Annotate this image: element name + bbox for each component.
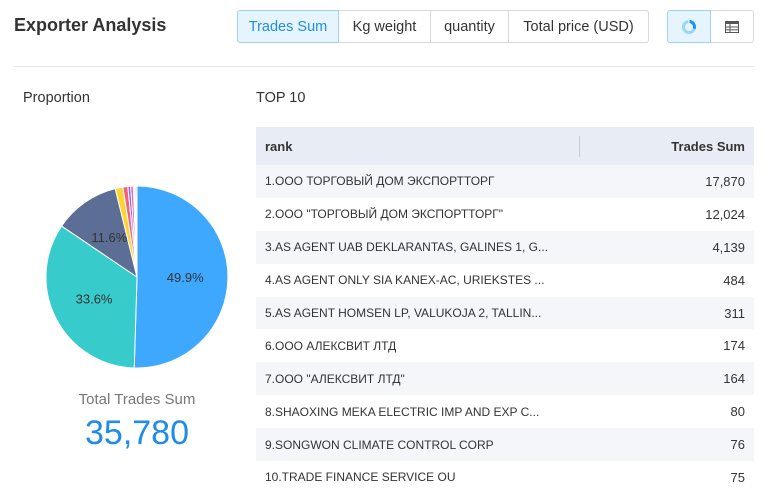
- table-body: 1.OOO ТОРГОВЫЙ ДОМ ЭКСПОРТТОРГ 17,870 2.…: [256, 165, 754, 494]
- trades-sum-cell: 17,870: [705, 173, 745, 189]
- pie-slice-label: 49.9%: [167, 270, 204, 285]
- table-row: 6.OOO АЛЕКСВИТ ЛТД 174: [256, 329, 754, 362]
- header-divider: [14, 66, 754, 67]
- table-row: 2.OOO "ТОРГОВЫЙ ДОМ ЭКСПОРТТОРГ" 12,024: [256, 198, 754, 231]
- tab-kg-weight[interactable]: Kg weight: [339, 10, 431, 43]
- tab-trades-sum[interactable]: Trades Sum: [237, 10, 339, 43]
- total-label: Total Trades Sum: [78, 391, 196, 408]
- trades-sum-cell: 164: [723, 371, 745, 387]
- rank-cell: 5.AS AGENT HOMSEN LP, VALUKOJA 2, TALLIN…: [265, 306, 542, 320]
- rank-cell: 4.AS AGENT ONLY SIA KANEX-AC, URIEKSTES …: [265, 273, 545, 288]
- table-icon: [725, 20, 739, 33]
- metric-tabs: Trades Sum Kg weight quantity Total pric…: [237, 10, 649, 43]
- tab-total-price[interactable]: Total price (USD): [509, 10, 649, 43]
- column-separator: [579, 136, 580, 157]
- rank-column-header: rank: [265, 138, 293, 154]
- chart-view-button[interactable]: [667, 10, 711, 43]
- pie-slice-label: 33.6%: [76, 291, 113, 306]
- table-view-button[interactable]: [711, 10, 754, 43]
- rank-cell: 1.OOO ТОРГОВЫЙ ДОМ ЭКСПОРТТОРГ: [265, 174, 495, 189]
- trades-sum-cell: 174: [723, 338, 745, 354]
- rank-cell: 6.OOO АЛЕКСВИТ ЛТД: [265, 338, 397, 353]
- rank-cell: 8.SHAOXING MEKA ELECTRIC IMP AND EXP C..…: [265, 404, 540, 419]
- table-row: 5.AS AGENT HOMSEN LP, VALUKOJA 2, TALLIN…: [256, 296, 754, 330]
- tab-quantity[interactable]: quantity: [431, 10, 509, 43]
- pie-chart-icon: [682, 19, 696, 34]
- table-row: 1.OOO ТОРГОВЫЙ ДОМ ЭКСПОРТТОРГ 17,870: [256, 165, 754, 198]
- table-row: 3.AS AGENT UAB DEKLARANTAS, GALINES 1, G…: [256, 230, 754, 264]
- rank-cell: 10.TRADE FINANCE SERVICE OU: [265, 470, 456, 485]
- trades-sum-column-header: Trades Sum: [671, 138, 745, 154]
- trades-sum-cell: 76: [730, 437, 745, 453]
- table-row: 8.SHAOXING MEKA ELECTRIC IMP AND EXP C..…: [256, 395, 754, 428]
- table-row: 10.TRADE FINANCE SERVICE OU 75: [256, 461, 754, 494]
- trades-sum-cell: 311: [724, 305, 745, 321]
- rank-cell: 3.AS AGENT UAB DEKLARANTAS, GALINES 1, G…: [265, 240, 548, 255]
- top10-table: rank Trades Sum 1.OOO ТОРГОВЫЙ ДОМ ЭКСПО…: [256, 127, 754, 494]
- top10-title: TOP 10: [256, 90, 306, 106]
- proportion-title: Proportion: [23, 90, 90, 106]
- trades-sum-cell: 12,024: [705, 206, 745, 222]
- proportion-pie-chart: 49.9% 33.6% 11.6%: [45, 185, 229, 369]
- pie-slice-label: 11.6%: [91, 230, 127, 245]
- rank-cell: 9.SONGWON CLIMATE CONTROL CORP: [265, 437, 494, 452]
- table-row: 7.OOO "АЛЕКСВИТ ЛТД" 164: [256, 362, 754, 396]
- rank-cell: 2.OOO "ТОРГОВЫЙ ДОМ ЭКСПОРТТОРГ": [265, 207, 504, 222]
- rank-cell: 7.OOO "АЛЕКСВИТ ЛТД": [265, 371, 405, 386]
- total-value: 35,780: [85, 414, 189, 452]
- table-header: rank Trades Sum: [256, 127, 754, 165]
- trades-sum-cell: 75: [730, 469, 745, 485]
- trades-sum-cell: 484: [723, 272, 745, 288]
- view-toggle: [667, 10, 754, 43]
- trades-sum-cell: 80: [730, 404, 745, 420]
- trades-sum-cell: 4,139: [712, 239, 745, 255]
- table-row: 9.SONGWON CLIMATE CONTROL CORP 76: [256, 428, 754, 462]
- table-row: 4.AS AGENT ONLY SIA KANEX-AC, URIEKSTES …: [256, 264, 754, 297]
- page-title: Exporter Analysis: [14, 15, 167, 35]
